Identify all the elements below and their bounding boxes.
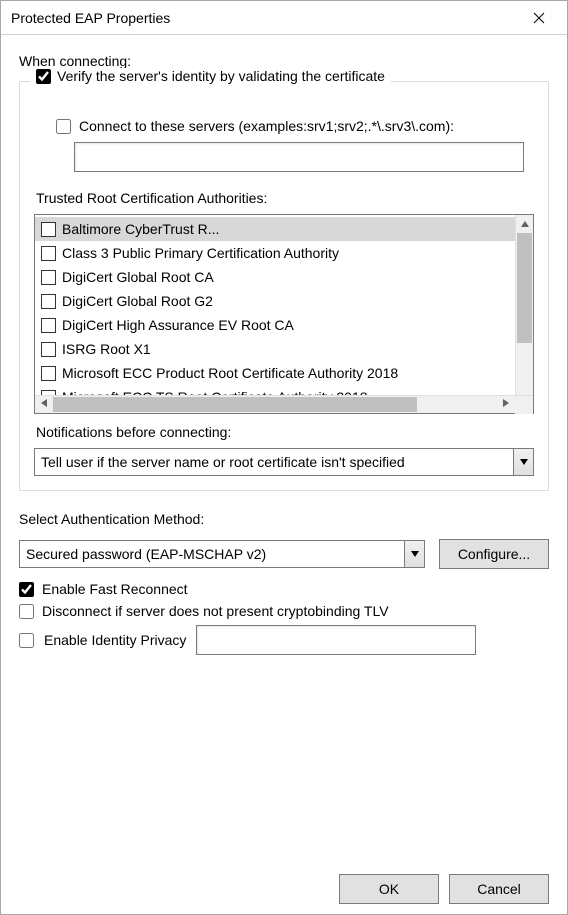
when-connecting-label: When connecting: (19, 53, 549, 69)
list-item-label: DigiCert Global Root CA (62, 269, 214, 285)
connect-servers-input[interactable] (74, 142, 524, 172)
verify-groupbox: Verify the server's identity by validati… (19, 81, 549, 491)
auth-method-selected: Secured password (EAP-MSCHAP v2) (20, 541, 404, 567)
list-item-checkbox[interactable] (41, 366, 56, 381)
list-item-label: Microsoft ECC Product Root Certificate A… (62, 365, 398, 381)
list-item-checkbox[interactable] (41, 222, 56, 237)
disconnect-cryptobinding-checkbox[interactable] (19, 604, 34, 619)
trusted-root-item[interactable]: Microsoft ECC Product Root Certificate A… (35, 361, 515, 385)
notifications-label: Notifications before connecting: (36, 424, 534, 440)
auth-method-label: Select Authentication Method: (19, 511, 549, 527)
list-item-label: DigiCert Global Root G2 (62, 293, 213, 309)
cancel-button[interactable]: Cancel (449, 874, 549, 904)
titlebar: Protected EAP Properties (1, 1, 567, 35)
trusted-root-listbox[interactable]: Baltimore CyberTrust R... Class 3 Public … (34, 214, 534, 414)
close-icon (533, 12, 545, 24)
identity-privacy-input[interactable] (196, 625, 476, 655)
fast-reconnect-label: Enable Fast Reconnect (42, 581, 188, 597)
vertical-scrollbar[interactable] (515, 215, 533, 395)
horizontal-scrollbar[interactable] (35, 395, 533, 413)
trusted-root-item[interactable]: Class 3 Public Primary Certification Aut… (35, 241, 515, 265)
notifications-selected: Tell user if the server name or root cer… (35, 449, 513, 475)
trusted-root-label: Trusted Root Certification Authorities: (36, 190, 534, 206)
list-item-checkbox[interactable] (41, 294, 56, 309)
trusted-root-item[interactable]: Microsoft ECC TS Root Certificate Author… (35, 385, 515, 395)
scroll-thumb[interactable] (517, 233, 532, 343)
dialog-content: When connecting: Verify the server's ide… (1, 35, 567, 914)
identity-privacy-label: Enable Identity Privacy (44, 632, 186, 648)
trusted-root-item[interactable]: DigiCert Global Root CA (35, 265, 515, 289)
ok-button[interactable]: OK (339, 874, 439, 904)
list-item-checkbox[interactable] (41, 270, 56, 285)
list-item-label: DigiCert High Assurance EV Root CA (62, 317, 294, 333)
trusted-root-item[interactable]: ISRG Root X1 (35, 337, 515, 361)
chevron-down-icon[interactable] (513, 449, 533, 475)
window-title: Protected EAP Properties (11, 10, 519, 26)
scroll-up-icon[interactable] (516, 215, 533, 233)
trusted-root-item[interactable]: DigiCert High Assurance EV Root CA (35, 313, 515, 337)
list-item-label: Baltimore CyberTrust R... (62, 221, 219, 237)
auth-method-combo[interactable]: Secured password (EAP-MSCHAP v2) (19, 540, 425, 568)
disconnect-cryptobinding-label: Disconnect if server does not present cr… (42, 603, 389, 619)
chevron-down-icon[interactable] (404, 541, 424, 567)
notifications-combo[interactable]: Tell user if the server name or root cer… (34, 448, 534, 476)
scroll-left-icon[interactable] (35, 399, 53, 410)
identity-privacy-checkbox[interactable] (19, 633, 34, 648)
trusted-root-item[interactable]: Baltimore CyberTrust R... (35, 217, 515, 241)
close-button[interactable] (519, 3, 559, 33)
fast-reconnect-checkbox[interactable] (19, 582, 34, 597)
connect-servers-checkbox[interactable] (56, 119, 71, 134)
list-item-checkbox[interactable] (41, 246, 56, 261)
list-item-label: Class 3 Public Primary Certification Aut… (62, 245, 339, 261)
configure-button[interactable]: Configure... (439, 539, 549, 569)
protected-eap-dialog: Protected EAP Properties When connecting… (0, 0, 568, 915)
hscroll-thumb[interactable] (53, 397, 417, 412)
scroll-right-icon[interactable] (497, 399, 515, 410)
verify-identity-label: Verify the server's identity by validati… (57, 68, 385, 84)
list-item-checkbox[interactable] (41, 318, 56, 333)
list-item-label: ISRG Root X1 (62, 341, 151, 357)
list-item-checkbox[interactable] (41, 342, 56, 357)
verify-identity-checkbox[interactable] (36, 69, 51, 84)
trusted-root-item[interactable]: DigiCert Global Root G2 (35, 289, 515, 313)
connect-servers-label: Connect to these servers (examples:srv1;… (79, 118, 454, 134)
